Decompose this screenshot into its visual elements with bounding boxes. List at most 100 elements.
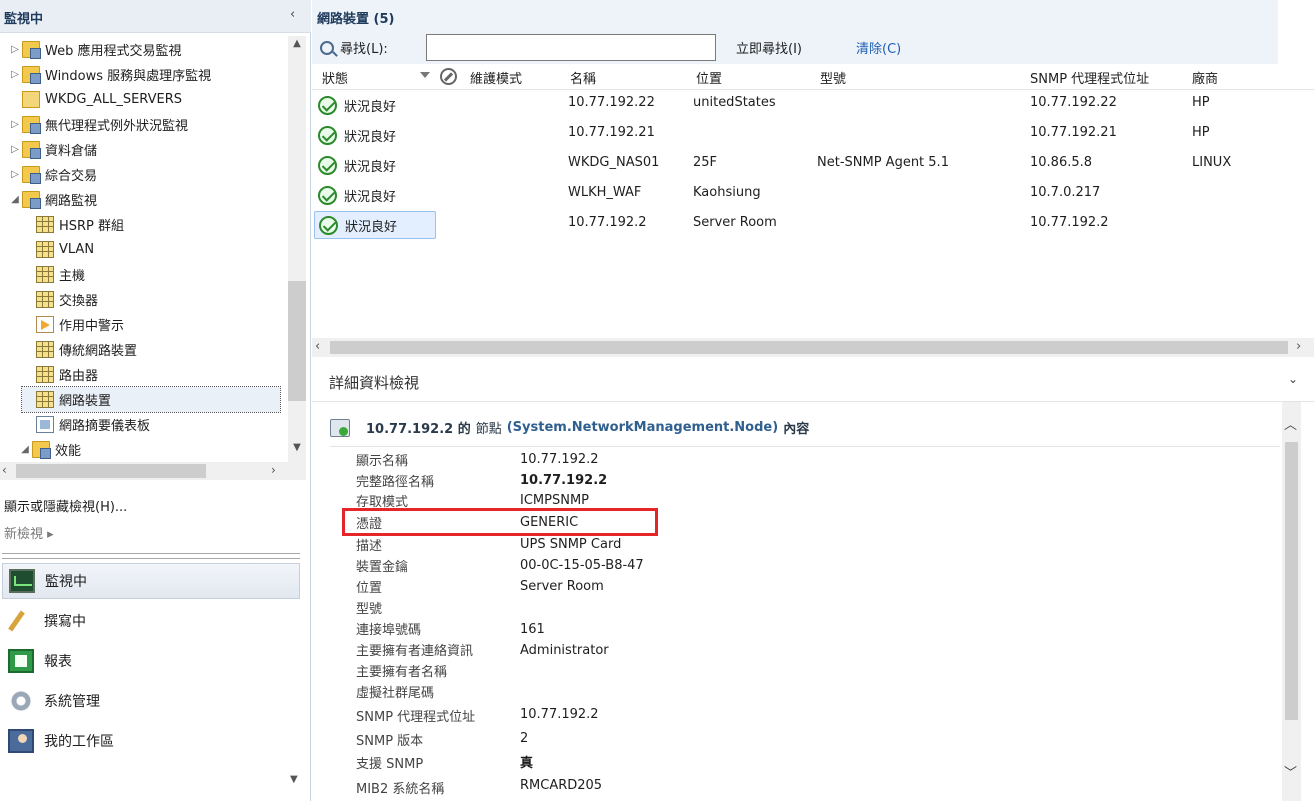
navigation-pane-title: 監視中 xyxy=(4,12,44,27)
nav-overflow-chevron-icon[interactable]: ▼ xyxy=(290,774,298,785)
column-header-name[interactable]: 名稱 xyxy=(570,68,596,87)
nav-monitoring[interactable]: 監視中 xyxy=(2,563,300,599)
show-hide-views-link[interactable]: 顯示或隱藏檢視(H)... xyxy=(4,496,127,515)
scroll-right-icon[interactable]: › xyxy=(271,463,276,477)
pane-splitter[interactable] xyxy=(2,553,300,559)
folder-open-icon xyxy=(22,191,41,209)
expand-arrow-icon[interactable]: ▷ xyxy=(8,144,22,155)
tree-item-active-alerts[interactable]: 作用中警示 xyxy=(22,312,124,337)
folder-icon xyxy=(22,141,41,159)
column-header-location[interactable]: 位置 xyxy=(696,68,722,87)
column-header-model[interactable]: 型號 xyxy=(820,68,846,87)
scrollbar-thumb[interactable] xyxy=(1285,442,1298,720)
collapse-arrow-icon[interactable]: ◢ xyxy=(8,194,22,205)
nav-my-workspace[interactable]: 我的工作區 xyxy=(2,723,300,759)
detail-view-title: 詳細資料檢視 xyxy=(329,374,420,392)
grid-horizontal-scrollbar[interactable]: ‹ › xyxy=(312,338,1314,357)
tree-item-agentless-exception[interactable]: ▷ 無代理程式例外狀況監視 xyxy=(8,112,188,137)
column-header-maintenance[interactable]: 維護模式 xyxy=(470,68,522,87)
scroll-down-icon[interactable]: ﹀ xyxy=(1284,762,1297,781)
property-key: 存取模式 xyxy=(356,495,409,510)
table-row[interactable]: 狀況良好 WLKH_WAF Kaohsiung 10.7.0.217 xyxy=(312,180,1314,210)
alert-view-icon xyxy=(36,316,54,333)
vendor-cell: LINUX xyxy=(1192,155,1232,170)
scroll-right-icon[interactable]: › xyxy=(1296,339,1301,354)
tree-item-windows-service-monitoring[interactable]: ▷ Windows 服務與處理序監視 xyxy=(8,62,211,87)
tree-item-label: HSRP 群組 xyxy=(59,219,125,234)
column-header-vendor[interactable]: 廠商 xyxy=(1192,68,1218,87)
tree-item-legacy-network-devices[interactable]: 傳統網路裝置 xyxy=(22,337,137,362)
scroll-left-icon[interactable]: ‹ xyxy=(2,463,7,477)
nav-reporting[interactable]: 報表 xyxy=(2,643,300,679)
nav-label: 系統管理 xyxy=(44,694,100,710)
property-value: Server Room xyxy=(520,579,604,594)
property-key: 主要擁有者名稱 xyxy=(356,665,448,680)
new-view-menu[interactable]: 新檢視 ▸ xyxy=(4,523,54,542)
column-dropdown-icon[interactable] xyxy=(420,72,430,78)
tree-item-network-devices[interactable]: 網路裝置 xyxy=(21,386,281,413)
tree-item-network-monitoring[interactable]: ◢ 網路監視 xyxy=(8,187,97,212)
tree-item-data-warehouse[interactable]: ▷ 資料倉儲 xyxy=(8,137,97,162)
tree-item-hosts[interactable]: 主機 xyxy=(22,262,85,287)
table-row[interactable]: 狀況良好 WKDG_NAS01 25F Net-SNMP Agent 5.1 1… xyxy=(312,150,1314,180)
collapse-pane-icon[interactable]: ‹ xyxy=(290,7,295,22)
property-key: 裝置金鑰 xyxy=(356,560,409,575)
folder-open-icon xyxy=(32,441,51,459)
table-row-selected[interactable]: 狀況良好 10.77.192.2 Server Room 10.77.192.2 xyxy=(312,210,1314,240)
tree-item-label: 綜合交易 xyxy=(45,169,98,184)
tree-item-performance[interactable]: ◢ 效能 xyxy=(18,437,81,462)
detail-view-header[interactable]: 詳細資料檢視 ⌄ xyxy=(312,362,1314,402)
grid-view-icon xyxy=(36,366,54,383)
nav-authoring[interactable]: 撰寫中 xyxy=(2,603,300,639)
name-cell: 10.77.192.22 xyxy=(568,95,655,110)
tree-item-network-summary-dashboard[interactable]: 網路摘要儀表板 xyxy=(22,412,150,437)
tree-item-hsrp-group[interactable]: HSRP 群組 xyxy=(22,212,124,237)
tree-item-routers[interactable]: 路由器 xyxy=(22,362,98,387)
property-key: 位置 xyxy=(356,581,383,596)
find-now-button[interactable]: 立即尋找(I) xyxy=(736,38,802,57)
tree-item-switches[interactable]: 交換器 xyxy=(22,287,98,312)
tree-item-label: 網路裝置 xyxy=(59,394,112,409)
clear-button[interactable]: 清除(C) xyxy=(856,38,901,57)
tree-item-synthetic-transaction[interactable]: ▷ 綜合交易 xyxy=(8,162,97,187)
scroll-down-icon[interactable]: ▼ xyxy=(288,442,306,460)
column-header-status[interactable]: 狀態 xyxy=(322,68,348,87)
expand-arrow-icon[interactable]: ▷ xyxy=(8,44,22,55)
status-cell: 狀況良好 xyxy=(314,121,436,149)
folder-icon xyxy=(22,66,41,84)
collapse-arrow-icon[interactable]: ◢ xyxy=(18,444,32,455)
nav-administration[interactable]: 系統管理 xyxy=(2,683,300,719)
property-value: GENERIC xyxy=(520,515,579,530)
scrollbar-thumb[interactable] xyxy=(330,341,1288,354)
property-key: 主要擁有者連絡資訊 xyxy=(356,644,474,659)
network-node-icon xyxy=(330,418,350,437)
chevron-down-icon[interactable]: ⌄ xyxy=(1288,372,1298,386)
scroll-up-icon[interactable]: ︿ xyxy=(1284,414,1297,433)
scrollbar-thumb[interactable] xyxy=(288,281,306,401)
tree-item-web-app-monitoring[interactable]: ▷ Web 應用程式交易監視 xyxy=(8,37,181,62)
detail-vertical-scrollbar[interactable]: ︿ ﹀ xyxy=(1282,402,1301,801)
name-cell: WLKH_WAF xyxy=(568,185,642,200)
grid-view-icon xyxy=(36,241,54,258)
scroll-up-icon[interactable]: ▲ xyxy=(288,38,306,56)
node-class: (System.NetworkManagement.Node) xyxy=(506,420,779,435)
scrollbar-thumb[interactable] xyxy=(16,464,206,478)
expand-arrow-icon[interactable]: ▷ xyxy=(8,119,22,130)
tree-item-vlan[interactable]: VLAN xyxy=(22,237,94,262)
find-input[interactable] xyxy=(426,34,716,61)
expand-arrow-icon[interactable]: ▷ xyxy=(8,69,22,80)
table-row[interactable]: 狀況良好 10.77.192.22 unitedStates 10.77.192… xyxy=(312,90,1314,120)
tree-item-label: 效能 xyxy=(55,444,82,459)
name-cell: WKDG_NAS01 xyxy=(568,155,660,170)
status-text: 狀況良好 xyxy=(344,159,397,175)
tree-horizontal-scrollbar[interactable]: ‹ › xyxy=(0,462,306,480)
table-row[interactable]: 狀況良好 10.77.192.21 10.77.192.21 HP xyxy=(312,120,1314,150)
tree-item-label: 交換器 xyxy=(59,294,99,309)
tree-vertical-scrollbar[interactable]: ▲ ▼ xyxy=(288,36,306,462)
highlight-box xyxy=(342,508,658,536)
column-header-snmp-address[interactable]: SNMP 代理程式位址 xyxy=(1030,68,1149,87)
tree-item-wkdg-all-servers[interactable]: WKDG_ALL_SERVERS xyxy=(8,87,182,112)
name-cell: 10.77.192.21 xyxy=(568,125,655,140)
scroll-left-icon[interactable]: ‹ xyxy=(315,339,320,354)
expand-arrow-icon[interactable]: ▷ xyxy=(8,169,22,180)
